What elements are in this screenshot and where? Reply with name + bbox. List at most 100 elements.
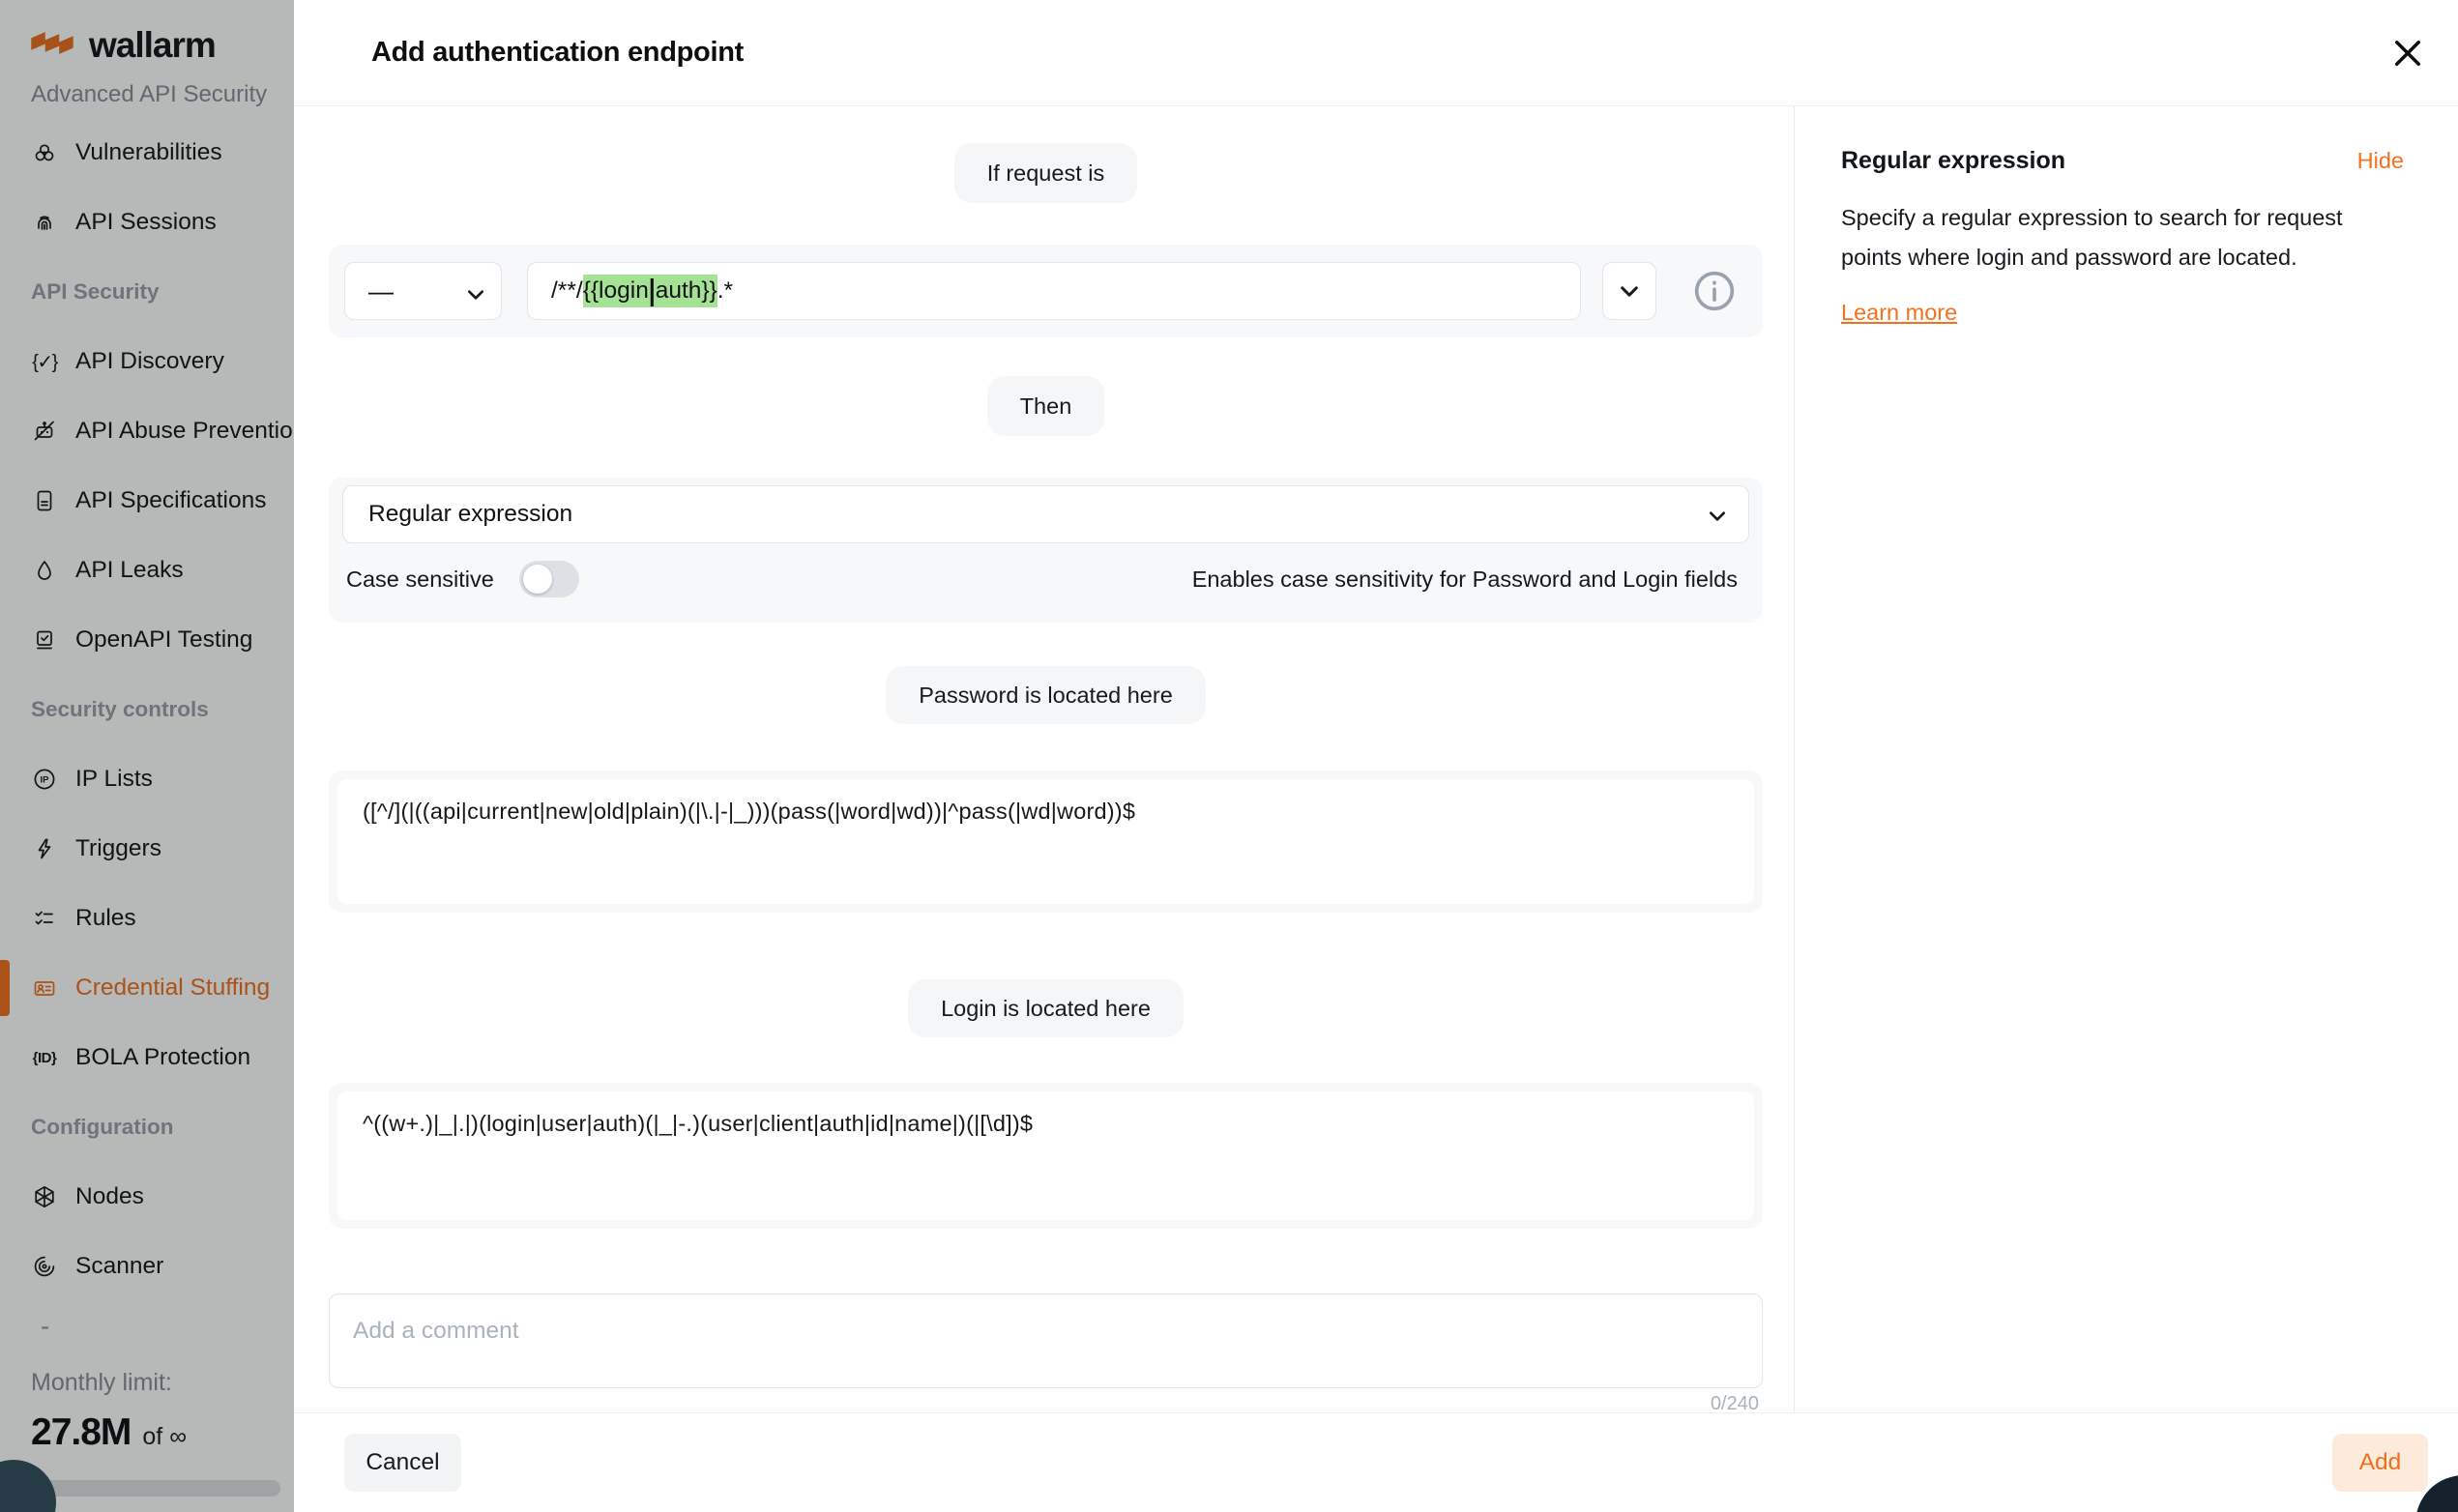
sidebar-corner-widget — [0, 1460, 56, 1512]
sidebar-item-scanner[interactable]: Scanner — [0, 1232, 294, 1301]
sidebar-item-label: BOLA Protection — [75, 1044, 250, 1071]
radar-icon — [31, 1254, 58, 1279]
sidebar-item-label: API Specifications — [75, 487, 266, 514]
method-select-value: — — [368, 276, 394, 306]
password-regex-section: ([^/](|((api|current|new|old|plain)(|\.|… — [329, 771, 1763, 913]
sidebar-item-rules[interactable]: Rules — [0, 884, 294, 953]
checklist-icon — [31, 906, 58, 931]
detection-settings: Regular expression Case sensitive Enable… — [329, 478, 1763, 623]
sidebar-item-vulnerabilities[interactable]: Vulnerabilities — [0, 118, 294, 188]
case-sensitive-hint: Enables case sensitivity for Password an… — [1192, 567, 1738, 593]
sidebar-item-label: API Sessions — [75, 209, 217, 236]
sidebar-item-api-specifications[interactable]: API Specifications — [0, 466, 294, 536]
detection-type-value: Regular expression — [368, 501, 572, 528]
sidebar-item-credential-stuffing[interactable]: Credential Stuffing — [0, 953, 294, 1023]
sidebar-item-api-sessions[interactable]: API Sessions — [0, 188, 294, 257]
droplet-icon — [31, 558, 58, 583]
help-panel-header: Regular expression Hide — [1841, 147, 2404, 175]
hide-help-link[interactable]: Hide — [2357, 148, 2404, 174]
case-sensitive-label: Case sensitive — [346, 567, 494, 593]
sidebar-section-api-security: API Security — [0, 257, 294, 327]
add-button[interactable]: Add — [2332, 1434, 2428, 1492]
id-card-icon — [31, 975, 58, 1001]
add-auth-endpoint-modal: Add authentication endpoint If request i… — [294, 0, 2458, 1512]
biohazard-icon — [31, 140, 58, 165]
sidebar-item-label: IP Lists — [75, 766, 153, 793]
fingerprint-icon — [31, 210, 58, 235]
password-regex-input[interactable]: ([^/](|((api|current|new|old|plain)(|\.|… — [337, 779, 1754, 904]
if-request-is-pill: If request is — [954, 143, 1137, 203]
chevron-down-icon — [1710, 501, 1725, 528]
password-located-pill: Password is located here — [886, 666, 1206, 724]
sidebar-item-api-leaks[interactable]: API Leaks — [0, 536, 294, 605]
sidebar-menu: Vulnerabilities API Sessions API Securit… — [0, 118, 294, 1301]
case-sensitive-toggle[interactable] — [519, 561, 579, 597]
braces-id-icon: {ID} — [31, 1050, 58, 1066]
usage-progress-bar — [31, 1480, 280, 1497]
modal-title: Add authentication endpoint — [371, 37, 744, 69]
help-panel: Regular expression Hide Specify a regula… — [1794, 106, 2458, 1412]
sidebar-item-label: Credential Stuffing — [75, 974, 270, 1002]
expand-condition-button[interactable] — [1602, 262, 1656, 320]
then-pill: Then — [987, 376, 1105, 436]
case-sensitive-row: Case sensitive Enables case sensitivity … — [342, 543, 1749, 615]
toggle-knob — [523, 565, 552, 594]
sidebar-item-label: API Discovery — [75, 348, 224, 375]
monthly-limit-value: 27.8M of ∞ — [31, 1411, 187, 1454]
detection-type-select[interactable]: Regular expression — [342, 485, 1749, 543]
info-icon[interactable] — [1693, 270, 1736, 312]
sidebar-item-label: Scanner — [75, 1253, 163, 1280]
sidebar-item-label: API Abuse Prevention — [75, 418, 294, 445]
cancel-button[interactable]: Cancel — [344, 1434, 461, 1492]
sidebar-item-label: API Leaks — [75, 557, 184, 584]
sidebar-collapsed-item: - — [41, 1311, 49, 1342]
wallarm-logo[interactable]: wallarm — [29, 25, 216, 66]
app-root: wallarm Advanced API Security Vulnerabil… — [0, 0, 2458, 1512]
sidebar-item-label: Triggers — [75, 835, 161, 862]
help-panel-title: Regular expression — [1841, 147, 2065, 175]
document-icon — [31, 488, 58, 513]
monthly-limit-label: Monthly limit: — [31, 1369, 172, 1397]
logo-text: wallarm — [89, 25, 216, 66]
lightning-bolt-icon — [31, 836, 58, 861]
sidebar-item-api-discovery[interactable]: {✓} API Discovery — [0, 327, 294, 396]
login-regex-input[interactable]: ^((w+.)|_|.|)(login|user|auth)(|_|-.)(us… — [337, 1091, 1754, 1220]
text-caret: | — [649, 275, 656, 308]
sidebar-section-security-controls: Security controls — [0, 675, 294, 744]
wallarm-logo-icon — [29, 28, 75, 63]
request-condition-row: — /**/{{login|auth}}.* — [329, 245, 1763, 337]
monthly-limit-number: 27.8M — [31, 1411, 131, 1454]
sidebar-item-nodes[interactable]: Nodes — [0, 1162, 294, 1232]
modal-header: Add authentication endpoint — [294, 0, 2458, 106]
sidebar-item-api-abuse-prevention[interactable]: API Abuse Prevention — [0, 396, 294, 466]
monthly-limit-suffix: of ∞ — [142, 1423, 187, 1451]
svg-text:IP: IP — [41, 775, 50, 786]
sidebar-item-bola-protection[interactable]: {ID} BOLA Protection — [0, 1023, 294, 1092]
close-icon[interactable] — [2385, 30, 2431, 76]
help-panel-text: Specify a regular expression to search f… — [1841, 198, 2402, 277]
learn-more-link[interactable]: Learn more — [1841, 300, 1957, 326]
sidebar-item-openapi-testing[interactable]: OpenAPI Testing — [0, 605, 294, 675]
login-located-pill: Login is located here — [908, 979, 1184, 1037]
sidebar-item-triggers[interactable]: Triggers — [0, 814, 294, 884]
sidebar-section-configuration: Configuration — [0, 1092, 294, 1162]
ip-circle-icon: IP — [31, 767, 58, 792]
method-select[interactable]: — — [344, 262, 502, 320]
login-regex-section: ^((w+.)|_|.|)(login|user|auth)(|_|-.)(us… — [329, 1083, 1763, 1229]
url-highlight: {{login|auth}} — [583, 275, 717, 307]
sidebar-item-label: Nodes — [75, 1183, 144, 1210]
modal-body: If request is — /**/{{login|auth}}.* — [294, 106, 2458, 1412]
comment-input[interactable] — [329, 1294, 1763, 1388]
sidebar-item-label: OpenAPI Testing — [75, 626, 252, 654]
request-url-input[interactable]: /**/{{login|auth}}.* — [527, 262, 1581, 320]
braces-check-icon: {✓} — [31, 350, 58, 374]
sidebar-item-label: Rules — [75, 905, 136, 932]
url-prefix: /**/ — [551, 277, 583, 305]
url-suffix: .* — [717, 277, 733, 305]
rule-builder: If request is — /**/{{login|auth}}.* — [294, 106, 1794, 1412]
product-subtitle: Advanced API Security — [31, 81, 267, 108]
sidebar-item-ip-lists[interactable]: IP IP Lists — [0, 744, 294, 814]
hexagon-node-icon — [31, 1184, 58, 1209]
comment-char-counter: 0/240 — [329, 1393, 1763, 1412]
sidebar: wallarm Advanced API Security Vulnerabil… — [0, 0, 294, 1512]
